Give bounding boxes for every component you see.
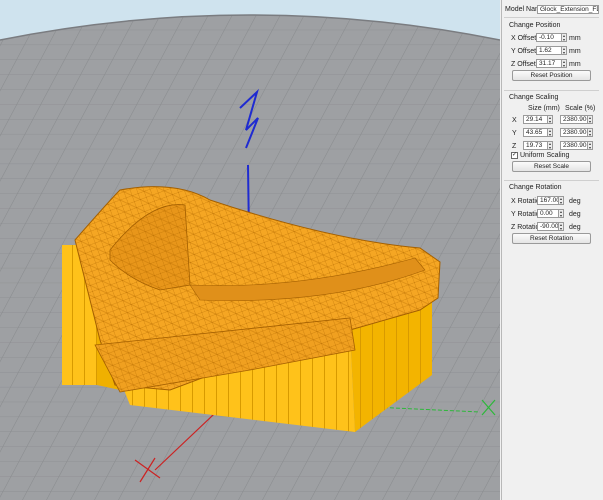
size-column-header: Size (mm): [528, 105, 560, 112]
y-rotation-spinner[interactable]: ▴ ▾: [558, 209, 564, 218]
reset-scale-button[interactable]: Reset Scale: [512, 161, 591, 172]
y-rotation-unit: deg: [569, 211, 581, 218]
z-offset-label: Z Offset: [511, 61, 536, 68]
size-z-spinner[interactable]: ▴ ▾: [547, 141, 553, 150]
y-offset-spinner[interactable]: ▴ ▾: [561, 46, 567, 55]
y-offset-unit: mm: [569, 48, 581, 55]
z-rotation-unit: deg: [569, 224, 581, 231]
x-rotation-spinner[interactable]: ▴ ▾: [558, 196, 564, 205]
uniform-scaling-label: Uniform Scaling: [520, 152, 570, 159]
y-offset-input[interactable]: 1.62: [536, 46, 562, 55]
z-rotation-spinner[interactable]: ▴ ▾: [558, 222, 564, 231]
reset-position-button[interactable]: Reset Position: [512, 70, 591, 81]
position-group-title: Change Position: [509, 22, 561, 29]
x-offset-label: X Offset: [511, 35, 537, 42]
x-offset-unit: mm: [569, 35, 581, 42]
size-z-input[interactable]: 19.73: [523, 141, 548, 150]
scale-y-spinner[interactable]: ▴ ▾: [587, 128, 593, 137]
size-x-input[interactable]: 29.14: [523, 115, 548, 124]
scale-z-input[interactable]: 2380.90: [560, 141, 588, 150]
size-x-spinner[interactable]: ▴ ▾: [547, 115, 553, 124]
scale-z-axis-label: Z: [512, 143, 517, 150]
z-rotation-input[interactable]: -90.00: [537, 222, 559, 231]
size-y-spinner[interactable]: ▴ ▾: [547, 128, 553, 137]
scale-y-axis-label: Y: [512, 130, 517, 137]
z-offset-input[interactable]: 31.17: [536, 59, 562, 68]
scale-y-input[interactable]: 2380.90: [560, 128, 588, 137]
x-rotation-input[interactable]: 167.00: [537, 196, 559, 205]
z-offset-unit: mm: [569, 61, 581, 68]
scale-z-spinner[interactable]: ▴ ▾: [587, 141, 593, 150]
3d-viewport[interactable]: [0, 0, 500, 500]
scale-x-spinner[interactable]: ▴ ▾: [587, 115, 593, 124]
scaling-group-title: Change Scaling: [509, 94, 559, 101]
reset-rotation-button[interactable]: Reset Rotation: [512, 233, 591, 244]
x-offset-input[interactable]: -0.10: [536, 33, 562, 42]
uniform-scaling-checkbox[interactable]: ✓: [511, 152, 518, 159]
z-offset-spinner[interactable]: ▴ ▾: [561, 59, 567, 68]
scale-x-axis-label: X: [512, 117, 517, 124]
y-offset-label: Y Offset: [511, 48, 537, 55]
scale-column-header: Scale (%): [565, 105, 596, 112]
y-rotation-input[interactable]: 0.00: [537, 209, 559, 218]
scale-x-input[interactable]: 2380.90: [560, 115, 588, 124]
rotation-group-title: Change Rotation: [509, 184, 562, 191]
x-rotation-unit: deg: [569, 198, 581, 205]
viewport-canvas[interactable]: [0, 0, 500, 500]
model-name-field[interactable]: Glock_Extension_FDI_D: [537, 5, 599, 14]
size-y-input[interactable]: 43.65: [523, 128, 548, 137]
x-offset-spinner[interactable]: ▴ ▾: [561, 33, 567, 42]
